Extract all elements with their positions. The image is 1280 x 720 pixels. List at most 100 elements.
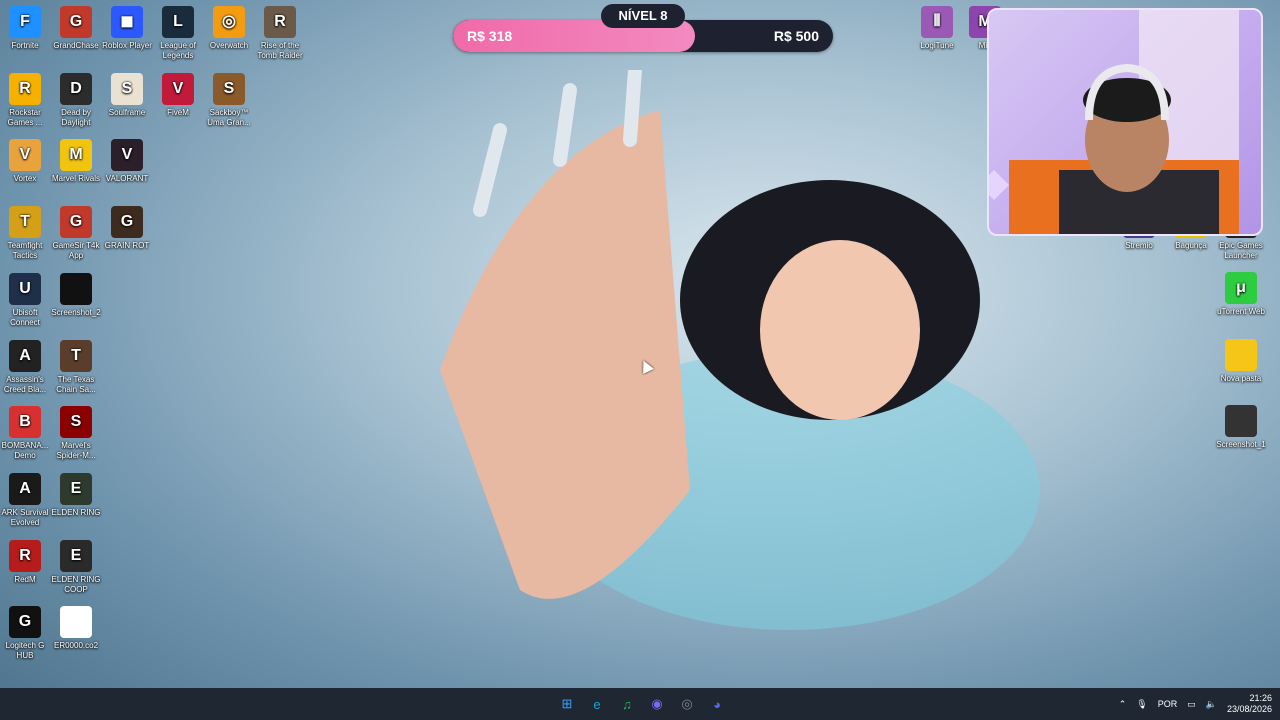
desktop-icon[interactable]: E ELDEN RING [51,472,101,518]
desktop-icon[interactable]: V Vortex [0,139,50,184]
app-icon: S [213,72,245,105]
desktop-icon-label: GRAIN ROT [104,241,150,251]
desktop-icon[interactable]: R RedM [0,539,50,585]
app-icon: R [264,6,296,38]
app-icon [60,606,92,639]
desktop-icon-label: Marvel's Spider-M... [56,441,96,461]
volume-icon[interactable]: 🔈 [1206,699,1217,710]
desktop-icon-label: Logitech G HUB [5,641,45,661]
app-icon: A [9,472,41,505]
language-indicator[interactable]: POR [1158,699,1178,709]
desktop-icon[interactable]: A Assassin's Creed Bla... [0,339,50,395]
app-icon: μ [1225,272,1257,304]
desktop-icon[interactable]: Screenshot_2 [51,272,101,318]
app-icon: E [60,472,92,505]
desktop-icon[interactable]: G GrandChase [51,6,101,51]
desktop-icon[interactable]: R Rockstar Games ... [0,72,50,128]
desktop-icon[interactable]: L League of Legends [153,6,203,61]
level-badge: NÍVEL 8 [601,4,685,28]
wallpaper-figure [440,70,1040,630]
desktop-icon[interactable]: T The Texas Chain Sa... [51,339,101,395]
desktop-icon[interactable]: V FiveM [153,72,203,118]
donation-current-amount: R$ 318 [467,28,513,44]
stream-app-icon[interactable]: ◉ [645,692,669,716]
desktop-icon[interactable]: D Dead by Daylight [51,72,101,128]
app-icon: R [9,72,41,105]
desktop-icon-label: Ubisoft Connect [10,307,40,327]
webcam-overlay [987,8,1263,236]
desktop-icon[interactable]: ◼ Roblox Player [102,6,152,51]
desktop-icon-label: Sackboy™ Uma Gran... [207,107,251,127]
desktop-icon-label: uTorrent Web [1217,307,1265,316]
app-icon: V [9,139,41,172]
taskbar: ⊞ e ♫ ◉ ◎ ◕ ⌃ 🎙 POR ▭ 🔈 21:26 23/08/2026 [0,688,1280,720]
clock-time: 21:26 [1249,693,1272,703]
capture-app-icon[interactable]: ◎ [675,692,699,716]
app-icon: ◼ [111,6,143,38]
desktop-icon-label: Epic Games Launcher [1219,241,1263,260]
desktop-icon[interactable]: F Fortnite [0,6,50,51]
desktop-icon[interactable]: V VALORANT [102,139,152,184]
desktop-icon-label: Nova pasta [1220,374,1262,383]
desktop-icon-label: ELDEN RING [51,507,101,517]
desktop-icon[interactable]: A ARK Survival Evolved [0,472,50,528]
desktop-icon[interactable]: U Ubisoft Connect [0,272,50,328]
desktop-icon-label: FiveM [167,107,189,117]
desktop-icon[interactable]: G Logitech G HUB [0,606,50,661]
desktop-icon-label: GrandChase [53,41,99,50]
app-icon: G [9,606,41,639]
app-icon: V [162,72,194,105]
app-icon: R [9,539,41,572]
app-icon: T [60,339,92,372]
desktop-icon-label: Screenshot_1 [1216,440,1266,449]
desktop-icon[interactable]: ⦀ LogiTune [912,6,962,51]
app-icon: G [111,206,143,239]
desktop-icon[interactable]: ER0000.co2 [51,606,101,651]
desktop-icon[interactable]: G GameSir T4k App [51,206,101,261]
desktop-icon-label: VALORANT [105,174,149,184]
desktop-icon[interactable]: B BOMBANA... Demo [0,406,50,461]
desktop-icon[interactable]: G GRAIN ROT [102,206,152,251]
edge-icon[interactable]: e [585,692,609,716]
desktop-icon[interactable]: R Rise of the Tomb Raider [255,6,305,61]
app-icon: G [60,6,92,38]
desktop-icon[interactable]: Nova pasta [1216,339,1266,384]
windows-start-icon[interactable]: ⊞ [555,692,579,716]
desktop-icon[interactable]: S Marvel's Spider-M... [51,406,101,461]
desktop-icon-label: GameSir T4k App [52,241,100,261]
desktop-icon-label: Marvel Rivals [51,174,100,184]
desktop-icon-label: Assassin's Creed Bla... [3,374,47,394]
desktop-icon[interactable]: S Soulframe [102,72,152,118]
desktop-icon[interactable]: μ uTorrent Web [1216,272,1266,317]
desktop-icon[interactable]: E ELDEN RING COOP [51,539,101,595]
desktop-icon-label: BOMBANA... Demo [1,441,49,461]
streamer-avatar [989,10,1239,234]
desktop-icon[interactable]: ◎ Overwatch [204,6,254,51]
discord-icon[interactable]: ◕ [705,692,729,716]
app-icon [1225,339,1257,371]
app-icon: ⦀ [921,6,953,38]
app-icon: L [162,6,194,38]
desktop-icon-label: Soulframe [108,107,146,117]
app-icon: A [9,339,41,372]
app-icon: T [9,206,41,239]
desktop-icon-label: Vortex [13,174,37,184]
app-icon: D [60,72,92,105]
desktop-icon-label: ER0000.co2 [53,641,99,651]
desktop-icon-label: Bagunça [1175,241,1207,250]
chevron-up-icon[interactable]: ⌃ [1119,699,1127,710]
microphone-icon[interactable]: 🎙 [1136,699,1147,710]
network-icon[interactable]: ▭ [1187,699,1196,710]
system-tray: ⌃ 🎙 POR ▭ 🔈 21:26 23/08/2026 [1119,688,1272,720]
clock[interactable]: 21:26 23/08/2026 [1227,693,1272,715]
desktop-icon-label: ELDEN RING COOP [51,574,101,594]
spotify-icon[interactable]: ♫ [615,692,639,716]
donation-goal-amount: R$ 500 [773,28,819,44]
desktop-icon[interactable]: M Marvel Rivals [51,139,101,184]
desktop-icon[interactable]: Screenshot_1 [1216,405,1266,450]
desktop-icon-label: Teamfight Tactics [7,241,43,261]
desktop-icon[interactable]: S Sackboy™ Uma Gran... [204,72,254,128]
desktop-icon[interactable]: T Teamfight Tactics [0,206,50,261]
desktop-icon-label: The Texas Chain Sa... [56,374,96,394]
desktop-icon-label: Rise of the Tomb Raider [257,41,303,60]
